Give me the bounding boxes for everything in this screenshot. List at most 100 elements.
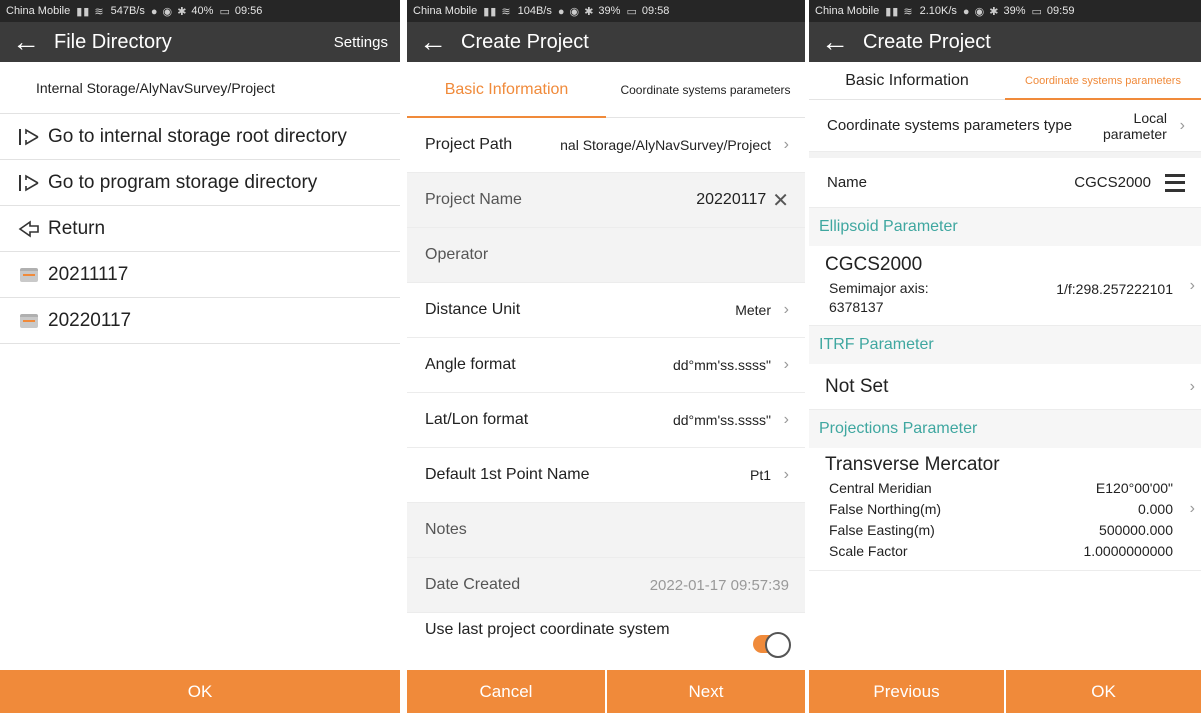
battery-icon: ▭ (1031, 5, 1043, 18)
settings-button[interactable]: Settings (334, 34, 388, 51)
return-label: Return (48, 217, 106, 239)
central-meridian-value: E120°00'00" (1095, 480, 1173, 496)
tab-basic-information[interactable]: Basic Information (809, 62, 1005, 99)
next-button[interactable]: Next (605, 670, 805, 713)
footer-bar: Previous OK (809, 670, 1201, 713)
false-easting-value: 500000.000 (1099, 522, 1173, 538)
clear-icon[interactable]: ✕ (772, 188, 789, 213)
ok-button[interactable]: OK (0, 670, 400, 713)
network-speed: 547B/s (110, 5, 145, 17)
angle-format-row[interactable]: Angle format dd°mm'ss.ssss" › (407, 338, 805, 393)
folder-item[interactable]: 20220117 (0, 298, 400, 344)
status-icons: ● ◉ ✱ (150, 5, 188, 18)
scale-factor-label: Scale Factor (829, 543, 908, 559)
project-path-row[interactable]: Project Path nal Storage/AlyNavSurvey/Pr… (407, 118, 805, 173)
project-path-label: Project Path (425, 136, 513, 153)
date-created-row: Date Created 2022-01-17 09:57:39 (407, 558, 805, 613)
use-last-row: Use last project coordinate system (407, 613, 805, 659)
chevron-right-icon: › (783, 356, 789, 373)
back-arrow-icon[interactable]: ← (821, 28, 855, 56)
battery-icon: ▭ (219, 5, 231, 18)
use-last-toggle[interactable] (753, 632, 791, 658)
back-arrow-icon[interactable]: ← (419, 28, 453, 56)
cs-name-row: Name CGCS2000 (809, 152, 1201, 208)
project-name-input[interactable]: 20220117 (522, 191, 766, 209)
page-title: File Directory (54, 30, 172, 53)
footer-bar: Cancel Next (407, 670, 805, 713)
cs-type-label: Coordinate systems parameters type (827, 116, 1073, 134)
itrf-value: Not Set (825, 375, 889, 397)
semimajor-label: Semimajor axis: (829, 280, 929, 296)
battery-level: 39% (598, 5, 621, 17)
battery-icon: ▭ (626, 5, 638, 18)
tab-bar: Basic Information Coordinate systems par… (809, 62, 1201, 100)
go-program-item[interactable]: Go to program storage directory (0, 160, 400, 206)
clock: 09:59 (1046, 5, 1075, 17)
list-menu-icon[interactable] (1165, 173, 1185, 192)
footer-bar: OK (0, 670, 400, 713)
current-path: Internal Storage/AlyNavSurvey/Project (0, 62, 400, 114)
false-northing-label: False Northing(m) (829, 501, 942, 517)
file-directory-screen: China Mobile ▮▮ ≋ 547B/s ● ◉ ✱ 40% ▭ 09:… (0, 0, 400, 713)
cs-type-row[interactable]: Coordinate systems parameters type Local… (809, 100, 1201, 152)
chevron-right-icon: › (1189, 276, 1195, 294)
go-root-item[interactable]: Go to internal storage root directory (0, 114, 400, 160)
chevron-right-icon: › (1189, 500, 1195, 517)
cancel-button[interactable]: Cancel (407, 670, 605, 713)
latlon-format-row[interactable]: Lat/Lon format dd°mm'ss.ssss" › (407, 393, 805, 448)
ellipsoid-block[interactable]: CGCS2000 Semimajor axis: 1/f:298.2572221… (809, 246, 1201, 326)
ellipsoid-section-header: Ellipsoid Parameter (809, 208, 1201, 246)
date-created-value: 2022-01-17 09:57:39 (649, 576, 789, 594)
tab-coordinate-systems[interactable]: Coordinate systems parameters (1005, 62, 1201, 100)
chevron-right-icon: › (1179, 116, 1185, 134)
ok-button[interactable]: OK (1004, 670, 1201, 713)
chevron-right-icon: › (783, 466, 789, 483)
status-bar: China Mobile ▮▮ ≋ 104B/s ● ◉ ✱ 39% ▭ 09:… (407, 0, 805, 22)
projection-name: Transverse Mercator (825, 454, 1000, 475)
itrf-row[interactable]: Not Set › (809, 364, 1201, 410)
folder-label: 20220117 (48, 309, 132, 331)
battery-level: 39% (1003, 5, 1026, 17)
default-point-label: Default 1st Point Name (425, 466, 590, 483)
tab-coordinate-systems[interactable]: Coordinate systems parameters (606, 62, 805, 117)
go-root-icon (16, 127, 42, 147)
scale-factor-value: 1.0000000000 (1083, 543, 1173, 559)
projection-block[interactable]: Transverse Mercator Central Meridian E12… (809, 448, 1201, 571)
operator-row[interactable]: Operator (407, 228, 805, 283)
angle-format-value: dd°mm'ss.ssss" (672, 357, 771, 373)
signal-icon: ▮▮ ≋ (76, 5, 105, 18)
distance-unit-label: Distance Unit (425, 301, 521, 318)
go-root-label: Go to internal storage root directory (48, 125, 347, 147)
distance-unit-row[interactable]: Distance Unit Meter › (407, 283, 805, 338)
network-speed: 104B/s (517, 5, 552, 17)
carrier-label: China Mobile (413, 5, 478, 17)
notes-label: Notes (425, 521, 467, 538)
clock: 09:56 (234, 5, 263, 17)
app-bar: ← File Directory Settings (0, 22, 400, 62)
status-icons: ● ◉ ✱ (962, 5, 1000, 18)
latlon-format-value: dd°mm'ss.ssss" (672, 412, 771, 428)
default-point-row[interactable]: Default 1st Point Name Pt1 › (407, 448, 805, 503)
chevron-right-icon: › (783, 301, 789, 318)
battery-level: 40% (191, 5, 214, 17)
date-created-label: Date Created (425, 576, 521, 593)
go-program-label: Go to program storage directory (48, 171, 318, 193)
signal-icon: ▮▮ ≋ (483, 5, 512, 18)
folder-item[interactable]: 20211117 (0, 252, 400, 298)
return-item[interactable]: Return (0, 206, 400, 252)
tab-basic-information[interactable]: Basic Information (407, 62, 606, 118)
chevron-right-icon: › (783, 411, 789, 428)
projection-section-header: Projections Parameter (809, 410, 1201, 448)
cs-name-value: CGCS2000 (1074, 174, 1151, 191)
folder-label: 20211117 (48, 263, 129, 285)
previous-button[interactable]: Previous (809, 670, 1004, 713)
distance-unit-value: Meter (735, 302, 771, 318)
itrf-section-header: ITRF Parameter (809, 326, 1201, 364)
app-bar: ← Create Project (407, 22, 805, 62)
back-arrow-icon[interactable]: ← (12, 28, 46, 56)
notes-row[interactable]: Notes (407, 503, 805, 558)
create-project-coordinate-screen: China Mobile ▮▮ ≋ 2.10K/s ● ◉ ✱ 39% ▭ 09… (809, 0, 1201, 713)
central-meridian-label: Central Meridian (829, 480, 932, 496)
use-last-label: Use last project coordinate system (425, 621, 670, 638)
signal-icon: ▮▮ ≋ (885, 5, 914, 18)
